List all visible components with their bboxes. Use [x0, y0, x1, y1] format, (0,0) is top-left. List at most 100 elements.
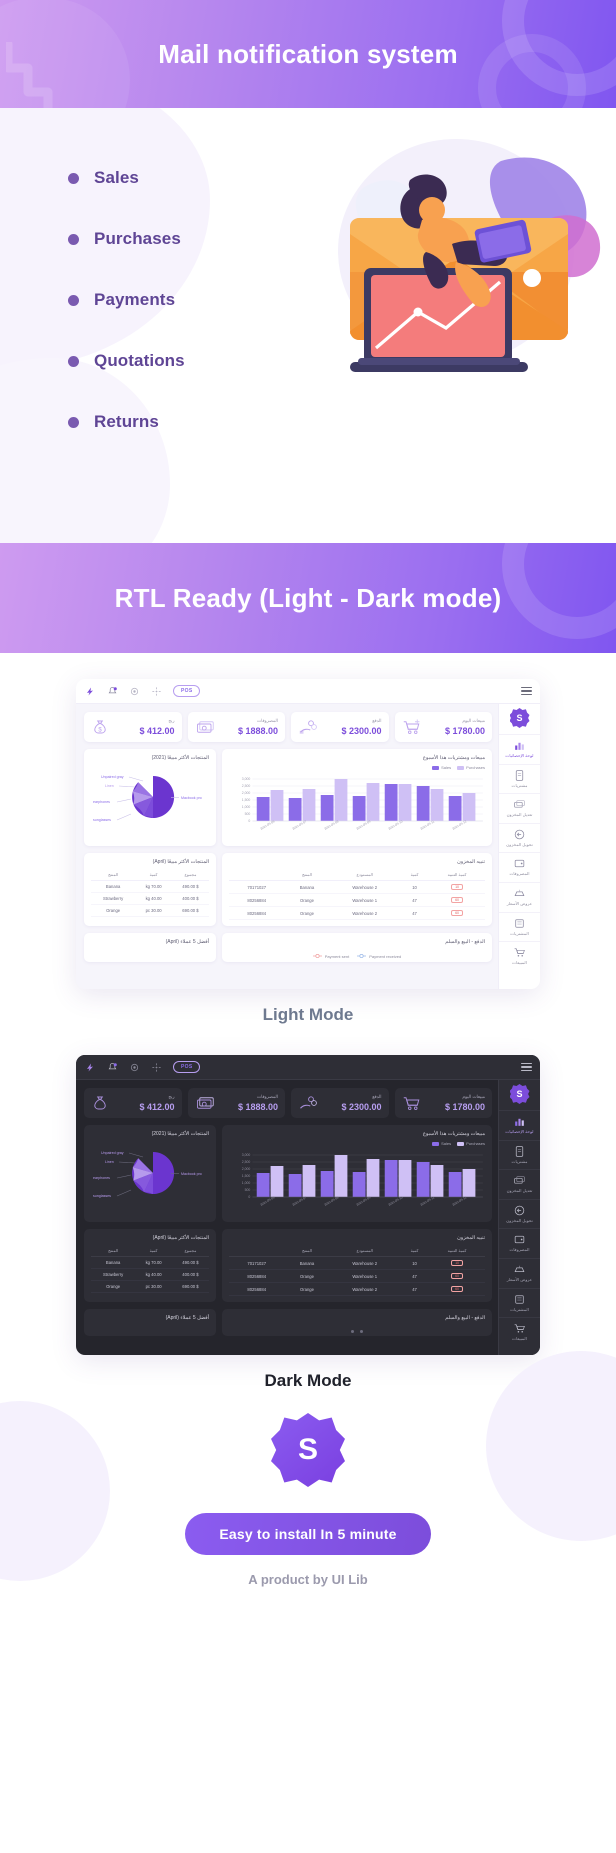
- kpi-card-profit[interactable]: ربح $ 412.00 $: [84, 712, 182, 742]
- cell-qty: kg 70.00: [135, 880, 172, 893]
- sidebar-item-expenses[interactable]: المصروفات: [499, 852, 540, 882]
- chart-bars-icon: [515, 742, 524, 750]
- sidebar-item-purchases-doc[interactable]: مشتريات: [499, 1139, 540, 1170]
- sidebar-item-purchases-doc[interactable]: مشتريات: [499, 763, 540, 794]
- kpi-card-payment[interactable]: الدفع $ 2300.00: [291, 1088, 389, 1118]
- logo-icon[interactable]: [84, 1061, 96, 1073]
- kpi-card-today-sales[interactable]: مبيعات اليوم $ 1780.00: [394, 1088, 492, 1118]
- legend-item-sales: Sales: [432, 1141, 451, 1146]
- kpi-card-expenses[interactable]: المصروفات $ 1888.00: [187, 1088, 285, 1118]
- carousel-dots[interactable]: [229, 1325, 485, 1333]
- panel-title: الدفع - البيع والسلم: [445, 1315, 485, 1321]
- notification-bell-icon[interactable]: [107, 686, 118, 697]
- kpi-card-expenses[interactable]: المصروفات $ 1888.00: [187, 712, 285, 742]
- sidebar-item-label: المشتريات: [510, 930, 529, 936]
- cell-qty: pc 30.00: [135, 1280, 172, 1293]
- panel-top-customers: أفضل 5 عملاء (April): [84, 933, 216, 962]
- footer-blob-left: [0, 1401, 110, 1581]
- cell-product: Orange: [284, 893, 330, 907]
- cell-alert-qty: 60: [429, 1282, 485, 1296]
- document-icon: [515, 769, 524, 781]
- cell-warehouse: Warehouse 2: [329, 1282, 400, 1296]
- sidebar-item-expenses[interactable]: المصروفات: [499, 1228, 540, 1258]
- panel-title: تنبيه المخزون: [457, 1235, 485, 1241]
- panel-top-products-pie: المنتجات الأكثر مبيعًا (2021) Macbook pr: [84, 749, 216, 846]
- gear-icon[interactable]: [129, 686, 140, 697]
- app-logo[interactable]: S: [509, 1084, 530, 1104]
- sidebar-item-stock-transfer[interactable]: تحويل المخزون: [499, 1198, 540, 1229]
- wallet-icon: [514, 860, 525, 868]
- sidebar-item-stock-adjust[interactable]: تعديل المخزون: [499, 793, 540, 823]
- kpi-value: $ 1780.00: [444, 1102, 485, 1112]
- column-header: كمية: [135, 1245, 172, 1257]
- bar-chart: 3,0002,500 2,0001,500 1,000500 0 2021-05…: [242, 1153, 483, 1207]
- sidebar-item-purchases[interactable]: المشتريات: [499, 1287, 540, 1318]
- price-tag-icon: [514, 1265, 525, 1273]
- sidebar-item-stock-transfer[interactable]: تحويل المخزون: [499, 822, 540, 853]
- sidebar-item-label: المشتريات: [510, 1306, 529, 1312]
- list-item: Sales: [68, 158, 185, 198]
- notification-bell-icon[interactable]: [107, 1062, 118, 1073]
- page-title: Mail notification system: [158, 38, 458, 69]
- pos-button[interactable]: POS: [173, 685, 201, 697]
- install-cta-button[interactable]: Easy to install In 5 minute: [185, 1513, 431, 1555]
- table-header-row: مجموع كمية المنتج: [91, 1245, 209, 1257]
- svg-text:Macbook pro: Macbook pro: [181, 1172, 202, 1176]
- sidebar-item-quotations[interactable]: عروض الأسعار: [499, 1258, 540, 1288]
- sidebar-item-sales[interactable]: المبيعات: [499, 941, 540, 971]
- sidebar-item-label: مشتريات: [511, 782, 528, 788]
- panel-top-products-table: المنتجات الأكثر مبيعًا (April) مجموع كمي…: [84, 853, 216, 926]
- table-row: $ 400.00 kg 40.00 Strawberry: [91, 1268, 209, 1281]
- kpi-row: ربح $ 412.00 $ المصروفات $ 1888.00 الدفع…: [84, 712, 492, 742]
- cell-qty: 10: [399, 1256, 430, 1270]
- panel-top-products-pie: المنتجات الأكثر مبيعًا (2021) Macbook pr: [84, 1125, 216, 1222]
- sidebar-item-purchases[interactable]: المشتريات: [499, 911, 540, 942]
- sidebar-item-stock-adjust[interactable]: تعديل المخزون: [499, 1169, 540, 1199]
- svg-text:Linen: Linen: [105, 1160, 114, 1164]
- list-item: Payments: [68, 280, 185, 320]
- table-row: 60 47 Warehouse 1 Orange 80256884: [229, 893, 485, 907]
- svg-text:0: 0: [248, 819, 250, 823]
- payment-received-marker-icon: [357, 953, 367, 959]
- list-item: Returns: [68, 402, 185, 442]
- list-item: Purchases: [68, 219, 185, 259]
- dashboard-mock-dark: POS ربح $ 412.00 المصروفات $ 1888.00 الد…: [76, 1055, 540, 1355]
- fullscreen-icon[interactable]: [151, 686, 162, 697]
- sidebar-item-label: مشتريات: [511, 1158, 528, 1164]
- sidebar-item-dashboard[interactable]: لوحة الإحصائيات: [499, 1110, 540, 1140]
- sidebar-item-sales[interactable]: المبيعات: [499, 1317, 540, 1347]
- kpi-value: $ 2300.00: [341, 1102, 382, 1112]
- pos-button[interactable]: POS: [173, 1061, 201, 1073]
- column-header: كمية: [399, 1245, 430, 1257]
- cell-product: Orange: [284, 1282, 330, 1296]
- kpi-card-payment[interactable]: الدفع $ 2300.00: [291, 712, 389, 742]
- fullscreen-icon[interactable]: [151, 1062, 162, 1073]
- table-row: 60 47 Warehouse 2 Orange 80256884: [229, 1282, 485, 1296]
- menu-burger-icon[interactable]: [521, 686, 532, 696]
- stock-alert-table: كمية التنبيه كمية المستودع المنتج 10 10 …: [229, 869, 485, 920]
- kpi-label: المصروفات: [256, 718, 278, 723]
- legend-item-purchases: Purchases: [457, 765, 485, 770]
- app-logo[interactable]: S: [509, 708, 530, 728]
- invoice-icon: [515, 918, 524, 928]
- panel-title: أفضل 5 عملاء (April): [165, 939, 209, 945]
- sidebar-item-quotations[interactable]: عروض الأسعار: [499, 882, 540, 912]
- kpi-card-profit[interactable]: ربح $ 412.00: [84, 1088, 182, 1118]
- dashboard-main: ربح $ 412.00 $ المصروفات $ 1888.00 الدفع…: [76, 704, 498, 989]
- section-title: RTL Ready (Light - Dark mode): [114, 582, 502, 613]
- bar-chart: 3,0002,500 2,0001,500 1,000500 0 2021-05…: [242, 777, 483, 831]
- bullet-dot-icon: [68, 416, 79, 428]
- sidebar-nav: S لوحة الإحصائيات مشتريات تعديل المخزون: [498, 704, 540, 989]
- top-products-table: مجموع كمية المنتج $ 490.00 kg 70.00 Bana…: [91, 869, 209, 917]
- kpi-label: مبيعات اليوم: [462, 1094, 485, 1099]
- logo-icon[interactable]: [84, 685, 96, 697]
- kpi-card-today-sales[interactable]: مبيعات اليوم $ 1780.00: [394, 712, 492, 742]
- legend-item-payment-sent: Payment sent: [312, 953, 349, 959]
- sidebar-item-dashboard[interactable]: لوحة الإحصائيات: [499, 734, 540, 764]
- kpi-row: ربح $ 412.00 المصروفات $ 1888.00 الدفع $…: [84, 1088, 492, 1118]
- top-products-table: مجموع كمية المنتج $ 490.00 kg 70.00 Bana…: [91, 1245, 209, 1293]
- gear-icon[interactable]: [129, 1062, 140, 1073]
- brand-logo: S: [271, 1413, 345, 1487]
- menu-burger-icon[interactable]: [521, 1062, 532, 1072]
- bullet-dot-icon: [68, 355, 79, 367]
